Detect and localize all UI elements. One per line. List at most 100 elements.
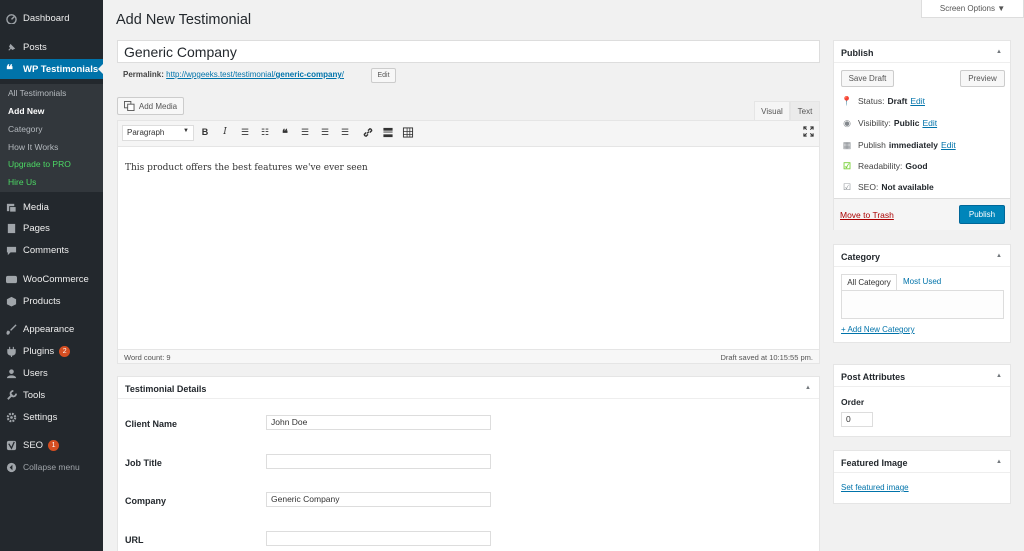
save-draft-button[interactable]: Save Draft (841, 70, 894, 87)
status-value: Draft (887, 96, 908, 106)
sidebar-item-label: Plugins (23, 345, 55, 357)
tab-text[interactable]: Text (790, 101, 820, 120)
numbered-list-icon[interactable]: ☷ (258, 127, 272, 138)
sidebar-item-comments[interactable]: Comments (0, 240, 103, 260)
submenu-category[interactable]: Category (8, 124, 43, 134)
submenu-all-testimonials[interactable]: All Testimonials (8, 88, 66, 98)
quote-icon: ❝ (6, 61, 13, 77)
company-label: Company (125, 496, 167, 506)
format-select[interactable]: Paragraph ▼ (122, 125, 194, 141)
submenu-how-it-works[interactable]: How It Works (8, 142, 58, 152)
box-title: Category (841, 252, 881, 262)
word-count: Word count: 9 (124, 353, 171, 362)
sidebar-item-users[interactable]: Users (0, 363, 103, 383)
yoast-seo-icon: ☑ (842, 182, 852, 192)
sidebar-item-label: Comments (23, 244, 69, 256)
toggle-arrow-icon[interactable]: ▲ (996, 373, 1002, 379)
toolbar-toggle-icon[interactable] (401, 127, 415, 138)
publish-button[interactable]: Publish (959, 205, 1005, 224)
box-header[interactable]: Post Attributes ▲ (834, 365, 1010, 387)
client-name-input[interactable]: John Doe (266, 415, 491, 430)
screen-options-button[interactable]: Screen Options ▼ (921, 0, 1024, 18)
permalink-edit-button[interactable]: Edit (371, 68, 396, 83)
editor-content[interactable]: This product offers the best features we… (125, 163, 368, 173)
tab-visual[interactable]: Visual (754, 101, 790, 120)
sidebar-item-posts[interactable]: Posts (0, 37, 103, 57)
align-right-icon[interactable]: ☰ (338, 127, 352, 138)
add-new-category-link[interactable]: + Add New Category (841, 325, 915, 334)
toggle-arrow-icon[interactable]: ▲ (996, 253, 1002, 259)
sidebar-item-settings[interactable]: Settings (0, 407, 103, 427)
sidebar-item-media[interactable]: Media (0, 197, 103, 217)
company-input[interactable]: Generic Company (266, 492, 491, 507)
toggle-arrow-icon[interactable]: ▲ (805, 385, 811, 391)
fullscreen-icon[interactable] (803, 126, 814, 137)
sidebar-item-dashboard[interactable]: Dashboard (0, 8, 103, 28)
link-icon[interactable] (361, 127, 375, 138)
user-icon (6, 368, 17, 378)
client-name-label: Client Name (125, 419, 178, 429)
order-input[interactable]: 0 (841, 412, 873, 427)
category-checklist[interactable] (841, 290, 1004, 319)
settings-icon (6, 412, 17, 422)
move-to-trash-link[interactable]: Move to Trash (840, 210, 894, 220)
dashboard-icon (6, 13, 17, 24)
submenu-hire-us[interactable]: Hire Us (8, 177, 36, 187)
seo-label: SEO: (858, 182, 879, 192)
permalink-slug: generic-company (275, 70, 342, 79)
post-editor: Paragraph ▼ B I ☰ ☷ ❝ ☰ ☰ ☰ This product … (117, 120, 820, 364)
status-edit-link[interactable]: Edit (910, 96, 925, 106)
admin-sidebar: Dashboard Posts ❝ WP Testimonials All Te… (0, 0, 103, 551)
align-left-icon[interactable]: ☰ (298, 127, 312, 138)
italic-icon[interactable]: I (218, 127, 232, 137)
publish-edit-link[interactable]: Edit (941, 140, 956, 150)
sidebar-item-seo[interactable]: SEO 1 (0, 435, 103, 455)
sidebar-item-appearance[interactable]: Appearance (0, 319, 103, 339)
publish-schedule-row: ▦ Publish immediately Edit (841, 140, 956, 150)
sidebar-item-pages[interactable]: Pages (0, 218, 103, 238)
sidebar-item-tools[interactable]: Tools (0, 385, 103, 405)
box-header[interactable]: Featured Image ▲ (834, 451, 1010, 473)
testimonials-submenu: All Testimonials Add New Category How It… (0, 84, 103, 192)
publish-box: Publish ▲ Save Draft Preview 📍 Status: Dr… (833, 40, 1011, 230)
format-select-value: Paragraph (127, 128, 165, 137)
submenu-upgrade-pro[interactable]: Upgrade to PRO (8, 159, 71, 169)
editor-status-bar: Word count: 9 Draft saved at 10:15:55 pm… (118, 349, 819, 363)
featured-image-box: Featured Image ▲ Set featured image (833, 450, 1011, 504)
toggle-arrow-icon[interactable]: ▲ (996, 49, 1002, 55)
sidebar-item-label: Settings (23, 411, 58, 423)
sidebar-item-label: Tools (23, 389, 46, 401)
media-icon (6, 203, 17, 213)
box-header[interactable]: Category ▲ (834, 245, 1010, 267)
add-media-label: Add Media (138, 101, 178, 111)
post-title-input[interactable]: Generic Company (117, 40, 820, 63)
preview-button[interactable]: Preview (960, 70, 1005, 87)
blockquote-icon[interactable]: ❝ (278, 127, 292, 140)
box-header[interactable]: Testimonial Details ▲ (118, 377, 819, 399)
draft-saved-status: Draft saved at 10:15:55 pm. (720, 353, 813, 362)
align-center-icon[interactable]: ☰ (318, 127, 332, 138)
url-input[interactable] (266, 531, 491, 546)
tab-most-used[interactable]: Most Used (903, 277, 941, 286)
sidebar-item-wp-testimonials[interactable]: ❝ WP Testimonials (0, 59, 103, 79)
box-header[interactable]: Publish ▲ (834, 41, 1010, 63)
sidebar-item-products[interactable]: Products (0, 291, 103, 311)
submenu-add-new[interactable]: Add New (8, 106, 44, 116)
bullet-list-icon[interactable]: ☰ (238, 127, 252, 138)
bold-icon[interactable]: B (198, 127, 212, 137)
box-title: Post Attributes (841, 372, 906, 382)
sidebar-item-woocommerce[interactable]: WooCommerce (0, 269, 103, 289)
read-more-icon[interactable] (381, 127, 395, 138)
category-box: Category ▲ All Category Most Used + Add N… (833, 244, 1011, 343)
sidebar-item-plugins[interactable]: Plugins 2 (0, 341, 103, 361)
visibility-edit-link[interactable]: Edit (922, 118, 937, 128)
sidebar-item-label: SEO (23, 439, 44, 451)
tab-all-category[interactable]: All Category (841, 274, 897, 290)
visibility-row: ◉ Visibility: Public Edit (841, 118, 937, 128)
collapse-menu-button[interactable]: Collapse menu (0, 457, 103, 477)
add-media-button[interactable]: Add Media (117, 97, 184, 115)
job-title-input[interactable] (266, 454, 491, 469)
toggle-arrow-icon[interactable]: ▲ (996, 459, 1002, 465)
set-featured-image-link[interactable]: Set featured image (841, 483, 909, 492)
permalink-link[interactable]: http://wpgeeks.test/testimonial/generic-… (166, 70, 344, 79)
